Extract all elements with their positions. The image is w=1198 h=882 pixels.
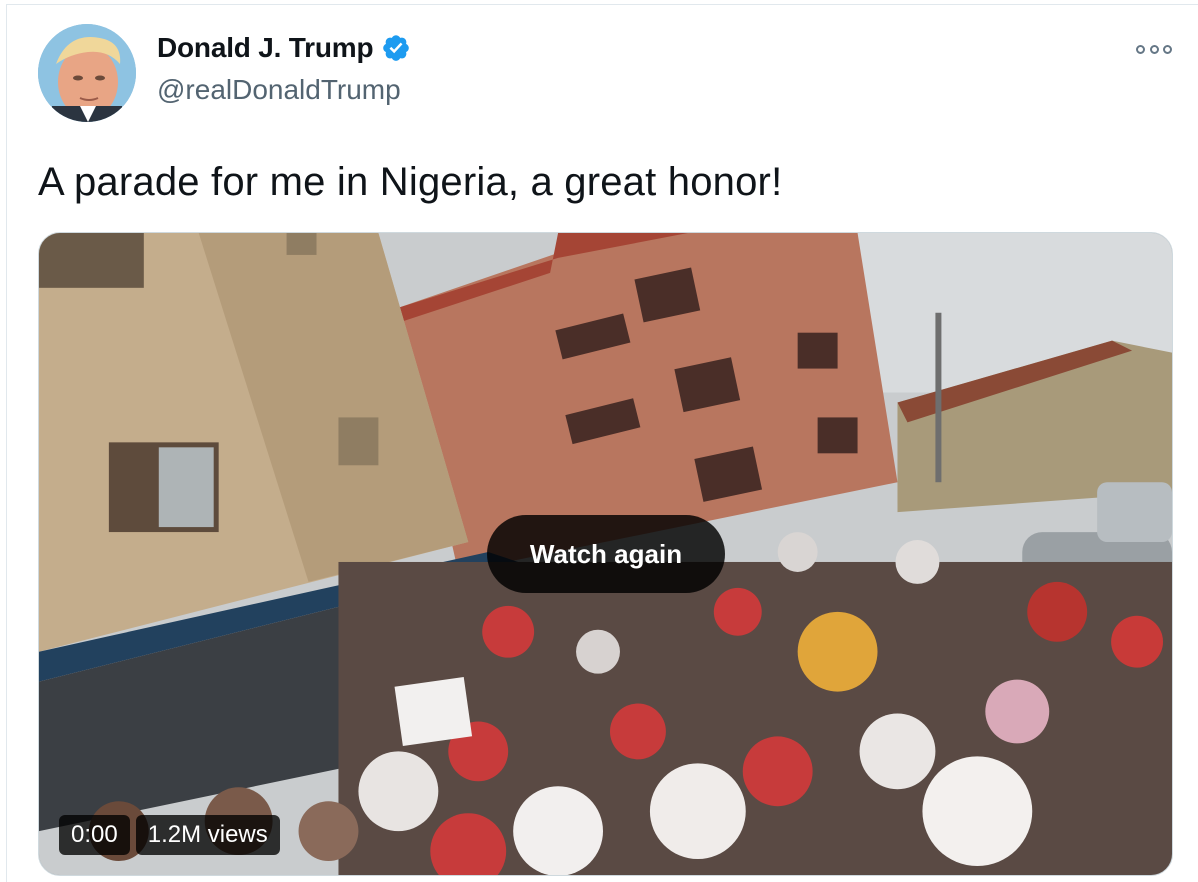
more-dot bbox=[1149, 44, 1159, 54]
more-dot bbox=[1136, 44, 1145, 54]
avatar[interactable] bbox=[38, 24, 136, 122]
tweet-text: A parade for me in Nigeria, a great hono… bbox=[38, 160, 783, 204]
avatar-image bbox=[38, 24, 136, 122]
video-timestamp: 0:00 bbox=[59, 815, 130, 855]
author-name-row[interactable]: Donald J. Trump bbox=[157, 32, 411, 64]
more-icon[interactable] bbox=[1136, 38, 1172, 60]
display-name[interactable]: Donald J. Trump bbox=[157, 32, 374, 64]
video-view-count: 1.2M views bbox=[135, 815, 280, 855]
video-player[interactable]: Watch again 0:00 1.2M views bbox=[38, 232, 1173, 876]
author-handle[interactable]: @realDonaldTrump bbox=[157, 74, 401, 106]
video-meta: 0:00 1.2M views bbox=[59, 815, 280, 855]
verified-badge-icon bbox=[381, 33, 411, 63]
watch-again-button[interactable]: Watch again bbox=[487, 515, 725, 593]
more-dot bbox=[1163, 44, 1172, 54]
